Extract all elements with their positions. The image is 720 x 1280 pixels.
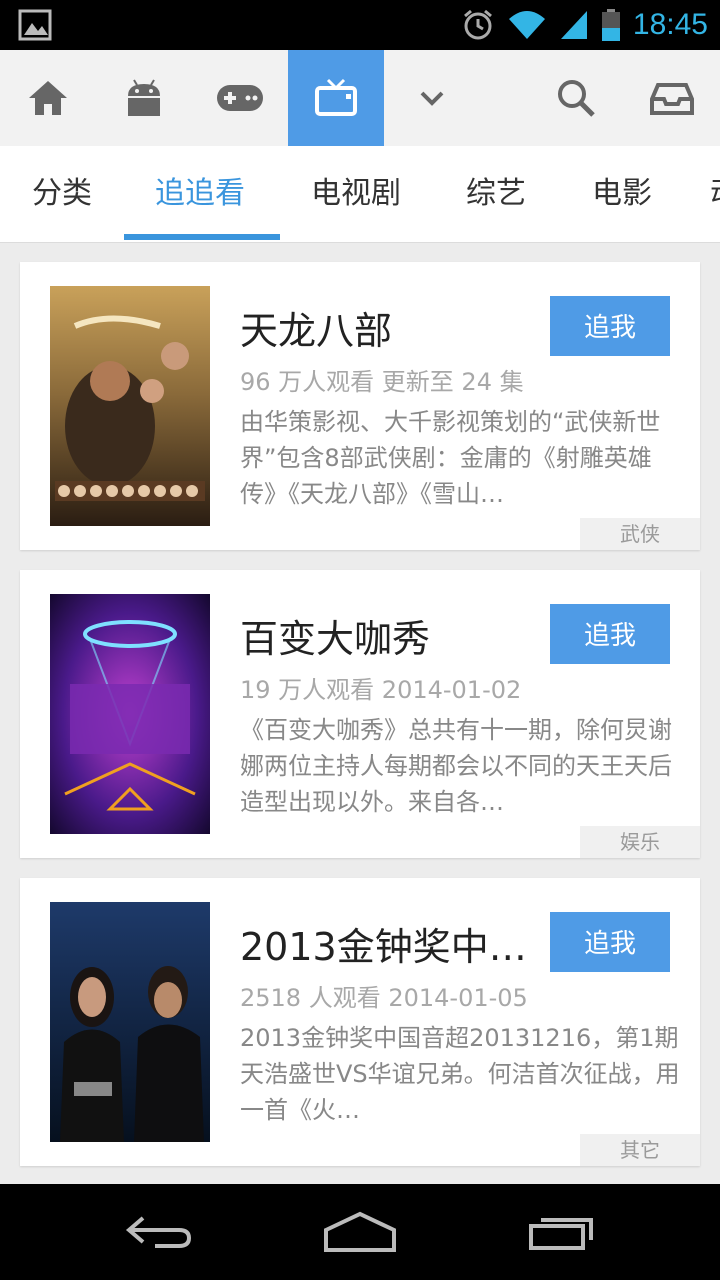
show-title: 百变大咖秀 — [240, 617, 431, 661]
tab-variety[interactable]: 综艺 — [466, 146, 526, 242]
battery-icon — [601, 8, 621, 42]
poster-image[interactable] — [50, 286, 210, 526]
status-bar: 18:45 — [0, 0, 720, 50]
follow-button[interactable]: 追我 — [550, 604, 670, 664]
games-button[interactable] — [192, 50, 288, 146]
show-description: 2013金钟奖中国音超20131216，第1期天浩盛世VS华谊兄弟。何洁首次征战… — [240, 1024, 680, 1124]
genre-tag: 其它 — [580, 1134, 700, 1166]
view-count: 2518 人观看 2014-01-05 — [240, 984, 528, 1012]
show-description: 《百变大咖秀》总共有十一期，除何炅谢娜两位主持人每期都会以不同的天王天后造型出现… — [240, 716, 672, 816]
home-nav-button[interactable] — [300, 1184, 420, 1280]
poster-image[interactable] — [50, 902, 210, 1142]
poster-image[interactable] — [50, 594, 210, 834]
inbox-button[interactable] — [624, 50, 720, 146]
inbox-icon — [650, 83, 694, 115]
view-count: 96 万人观看 更新至 24 集 — [240, 368, 524, 396]
list-item[interactable]: 天龙八部 追我 96 万人观看 更新至 24 集 由华策影视、大千影视策划的“武… — [20, 262, 700, 550]
search-icon — [558, 80, 595, 117]
chevron-down-icon — [420, 91, 444, 106]
active-tab-indicator — [124, 234, 280, 240]
view-count: 19 万人观看 2014-01-02 — [240, 676, 522, 704]
search-button[interactable] — [528, 50, 624, 146]
tab-tv-series[interactable]: 电视剧 — [311, 146, 401, 242]
tv-icon — [315, 78, 357, 116]
recent-apps-button[interactable] — [502, 1184, 622, 1280]
back-icon — [125, 1216, 192, 1248]
list-item[interactable]: 百变大咖秀 追我 19 万人观看 2014-01-02 《百变大咖秀》总共有十一… — [20, 570, 700, 858]
top-action-bar — [0, 50, 720, 147]
android-icon — [128, 79, 160, 116]
show-title: 天龙八部 — [240, 309, 393, 353]
follow-button[interactable]: 追我 — [550, 912, 670, 972]
video-button[interactable] — [288, 50, 384, 146]
show-title: 2013金钟奖中… — [240, 925, 527, 969]
gallery-icon — [18, 9, 52, 45]
home-outline-icon — [324, 1211, 396, 1252]
tab-category[interactable]: 分类 — [32, 146, 92, 242]
category-tabs: 分类 追追看 电视剧 综艺 电影 动 — [0, 146, 720, 243]
gamepad-icon — [217, 85, 263, 111]
tab-animation[interactable]: 动 — [710, 146, 720, 242]
follow-button[interactable]: 追我 — [550, 296, 670, 356]
wifi-icon — [507, 9, 547, 41]
apps-button[interactable] — [96, 50, 192, 146]
status-time: 18:45 — [632, 8, 708, 41]
list-item[interactable]: 2013金钟奖中… 追我 2518 人观看 2014-01-05 2013金钟奖… — [20, 878, 700, 1166]
show-list: 天龙八部 追我 96 万人观看 更新至 24 集 由华策影视、大千影视策划的“武… — [20, 262, 700, 1186]
home-icon — [29, 81, 67, 115]
tab-follow[interactable]: 追追看 — [155, 146, 245, 242]
tab-movie[interactable]: 电影 — [592, 146, 652, 242]
alarm-icon — [461, 8, 495, 42]
genre-tag: 娱乐 — [580, 826, 700, 858]
system-nav-bar — [0, 1184, 720, 1280]
home-button[interactable] — [0, 50, 96, 146]
show-description: 由华策影视、大千影视策划的“武侠新世界”包含8部武侠剧：金庸的《射雕英雄传》《天… — [240, 408, 661, 508]
genre-tag: 武侠 — [580, 518, 700, 550]
more-dropdown-button[interactable] — [384, 50, 480, 146]
signal-icon — [559, 9, 589, 41]
back-button[interactable] — [100, 1184, 220, 1280]
recent-apps-icon — [529, 1218, 593, 1250]
